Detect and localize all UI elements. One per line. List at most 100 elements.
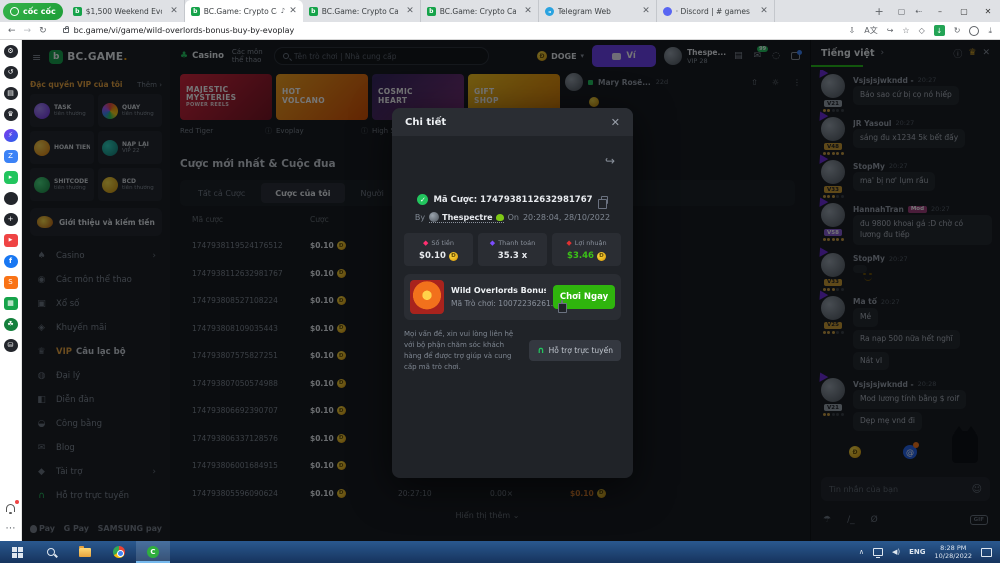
tab-favicon-icon [73,7,82,16]
stat-card: ◆Lợi nhuận $3.46Ð [552,233,621,266]
address-bar[interactable]: bc.game/vi/game/wild-overlords-bonus-buy… [55,24,841,37]
tab-title: BC.Game: Crypto Casino Gan [440,7,516,16]
coccoc-taskbar-icon[interactable]: C [136,541,170,563]
share-icon[interactable]: ↪ [887,26,894,35]
tab-title: $1,500 Weekend Evoplay M [86,7,162,16]
adblock-shield-icon[interactable]: ◇ [919,26,925,35]
lock-icon [63,28,69,33]
browser-tab[interactable]: BC.Game: Crypto Casino Gan ✕ [303,0,421,22]
bet-details-modal: Chi tiết ✕ ↪ ✓ Mã Cược: 1747938112632981… [392,108,633,478]
tray-expand-icon[interactable]: ∧ [859,548,864,556]
tab-close-icon[interactable]: ✕ [524,6,532,16]
verified-icon: ✓ [417,194,428,205]
tab-close-icon[interactable]: ✕ [170,6,178,16]
sidebar-shortcut-icon[interactable]: f [4,256,18,270]
browser-tab[interactable]: · Discord | # games | BC G ✕ [657,0,775,22]
sidebar-shortcut-icon[interactable]: ▦ [4,298,18,312]
tab-title: · Discord | # games | BC G [676,7,752,16]
bet-id-text: Mã Cược: 1747938112632981767 [433,195,592,205]
close-button[interactable]: ✕ [976,0,1000,22]
browser-tab[interactable]: Telegram Web ✕ [539,0,657,22]
volume-icon[interactable]: ◀) [892,548,900,556]
language-indicator[interactable]: ENG [909,548,925,556]
sidebar-shortcut-icon[interactable]: ⚙ [4,46,18,60]
sidebar-shortcut-icon[interactable]: ▸ [4,172,18,186]
sidebar-shortcut-icon[interactable]: + [4,214,18,228]
modal-title: Chi tiết [405,117,446,128]
browser-tab[interactable]: BC.Game: Crypto Casino ♪ ✕ [185,0,303,22]
tab-strip: $1,500 Weekend Evoplay M ✕ BC.Game: Cryp… [67,0,867,22]
sidebar-shortcut-icon[interactable]: ▤ [4,88,18,102]
file-explorer-icon[interactable] [68,541,102,563]
tab-search-icon[interactable]: ▢ [898,7,906,16]
modal-close-icon[interactable]: ✕ [611,116,620,129]
share-bet-icon[interactable]: ↪ [605,154,615,168]
sidebar-shortcut-icon[interactable] [4,193,18,207]
sidebar-shortcut-icon[interactable]: ⛁ [4,340,18,354]
tab-close-icon[interactable]: ✕ [642,6,650,16]
maximize-button[interactable]: ▢ [952,0,976,22]
download-extension-icon[interactable]: ↓ [934,25,945,36]
sidebar-bottom: ⋯ [4,501,18,541]
sidebar-shortcut-icon[interactable]: ↺ [4,67,18,81]
clock[interactable]: 8:28 PM 10/28/2022 [935,544,972,561]
tab-close-icon[interactable]: ✕ [406,6,414,16]
game-thumbnail[interactable] [410,280,444,314]
bet-stats: ◆Số tiền $0.10Ð ◆Thanh toán 35.3 x ◆Lợi … [404,233,621,266]
sidebar-shortcut-icon[interactable]: S [4,277,18,291]
tab-favicon-icon [309,7,318,16]
sidebar-shortcut-icon[interactable]: ⚡ [4,130,18,144]
minimize-button[interactable]: – [928,0,952,22]
sidebar-shortcut-icon[interactable]: ☘ [4,319,18,333]
taskbar-search-icon[interactable] [34,541,68,563]
tab-close-icon[interactable]: ✕ [289,6,297,16]
bet-id-row: ✓ Mã Cược: 1747938112632981767 [392,194,633,205]
stat-value: $0.10 [419,251,446,261]
new-tab-button[interactable]: + [867,5,892,18]
downloads-icon[interactable]: ⤓ [988,26,992,36]
window-controls: – ▢ ✕ [928,0,1000,22]
notifications-bell-icon[interactable] [4,501,18,515]
reload-button[interactable]: ↻ [39,26,47,36]
screen: cốc cốc $1,500 Weekend Evoplay M ✕ BC.Ga… [0,0,1000,563]
translate-icon[interactable]: A文 [864,25,877,36]
chrome-icon[interactable] [102,541,136,563]
back-button[interactable]: ← [8,26,16,36]
sidebar-shortcut-icon[interactable]: Z [4,151,18,165]
windows-taskbar: C ∧ ◀) ENG 8:28 PM 10/28/2022 [0,541,1000,563]
tab-title: BC.Game: Crypto Casino [204,7,277,16]
stat-icon: ◆ [423,239,428,247]
more-options-icon[interactable]: ⋯ [4,521,18,535]
forward-button[interactable]: → [24,26,32,36]
sync-icon[interactable]: ↻ [954,26,961,35]
action-center-icon[interactable] [981,548,992,557]
profile-icon[interactable] [969,26,979,36]
tab-history-icon[interactable]: ⇠ [915,7,922,16]
save-page-icon[interactable]: ⇩ [849,26,856,35]
bet-datetime: 20:28:04, 28/10/2022 [523,213,610,222]
toolbar-icons: ⇩ A文 ↪ ☆ ◇ ↓ ↻ ⤓ [849,25,992,36]
live-support-button[interactable]: ∩Hỗ trợ trực tuyến [529,340,621,361]
browser-tab[interactable]: BC.Game: Crypto Casino Gan ✕ [421,0,539,22]
sidebar-shortcut-icon[interactable]: ▶ [4,235,18,249]
tab-favicon-icon [545,7,554,16]
browser-sidebar: ⚙ ↺ ▤ ♛ ⚡ Z [0,40,22,541]
stat-icon: ◆ [566,239,571,247]
tabbar-extras: ▢ ⇠ [892,7,928,16]
browser-tab[interactable]: $1,500 Weekend Evoplay M ✕ [67,0,185,22]
url-text[interactable]: bc.game/vi/game/wild-overlords-bonus-buy… [74,26,295,35]
network-icon[interactable] [873,548,883,556]
copy-icon[interactable] [601,196,608,204]
coin-icon: Ð [449,252,458,261]
start-button[interactable] [0,541,34,563]
coccoc-menu-button[interactable]: cốc cốc [3,3,63,20]
browser-tabbar: cốc cốc $1,500 Weekend Evoplay M ✕ BC.Ga… [0,0,1000,22]
tab-close-icon[interactable]: ✕ [760,6,768,16]
bookmark-star-icon[interactable]: ☆ [902,26,909,35]
copy-icon[interactable] [561,300,563,308]
stat-value: $3.46 [567,251,594,261]
bet-author-link[interactable]: Thespectre [429,212,503,223]
tab-audio-icon: ♪ [281,7,285,15]
sidebar-shortcut-icon[interactable]: ♛ [4,109,18,123]
author-avatar-icon [429,212,439,222]
